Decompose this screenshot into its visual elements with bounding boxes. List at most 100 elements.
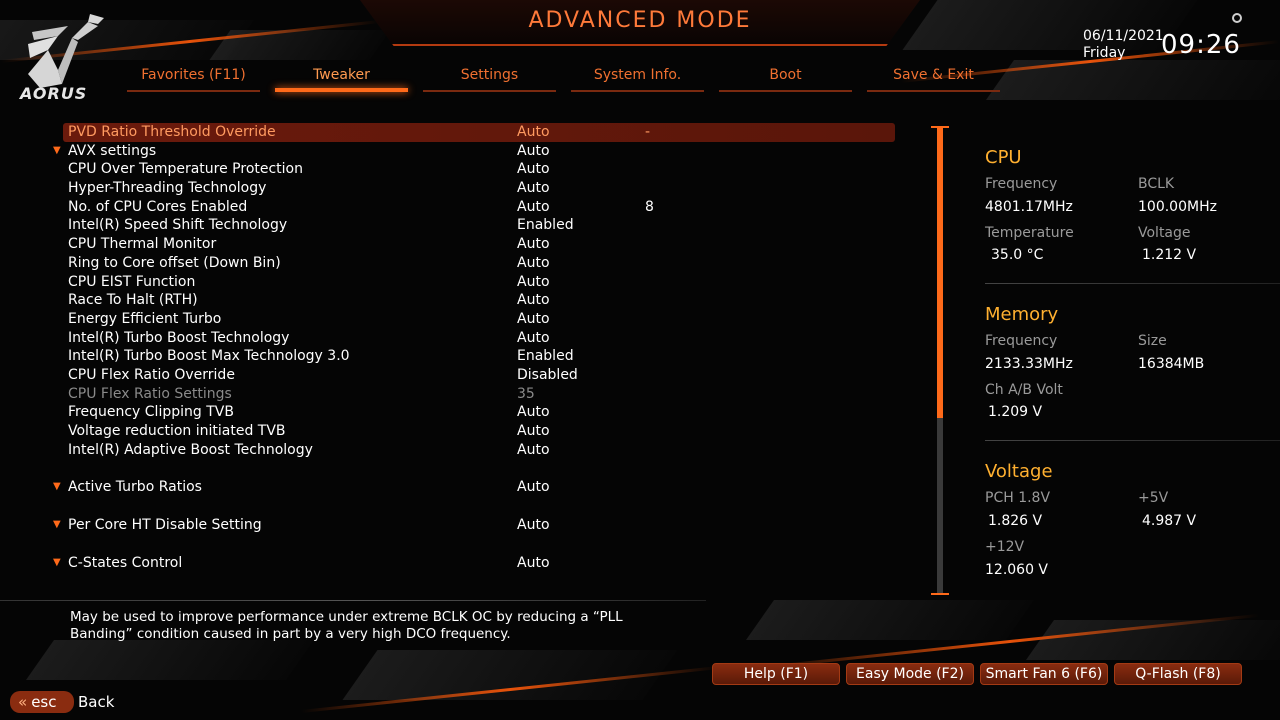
help-divider bbox=[0, 600, 706, 601]
setting-value: Auto bbox=[517, 441, 550, 458]
setting-label: AVX settings bbox=[68, 142, 157, 159]
setting-label: Energy Efficient Turbo bbox=[68, 310, 222, 327]
setting-row[interactable]: CPU Flex Ratio Override Disabled bbox=[48, 366, 898, 385]
setting-row[interactable]: Hyper-Threading Technology Auto bbox=[48, 179, 898, 198]
scrollbar-thumb[interactable] bbox=[937, 128, 943, 418]
memory-frequency-value: 2133.33MHz bbox=[985, 356, 1073, 372]
submenu-row[interactable]: ▼ Active Turbo Ratios Auto bbox=[48, 478, 898, 497]
q-flash-button[interactable]: Q-Flash (F8) bbox=[1114, 663, 1242, 685]
setting-row[interactable]: Intel(R) Speed Shift Technology Enabled bbox=[48, 216, 898, 235]
tab-favorites[interactable]: Favorites (F11) bbox=[127, 64, 260, 92]
cpu-temperature-label: Temperature bbox=[985, 225, 1074, 241]
setting-label: Intel(R) Speed Shift Technology bbox=[68, 217, 288, 234]
setting-value: Auto bbox=[517, 124, 550, 140]
setting-row[interactable]: PVD Ratio Threshold Override Auto - bbox=[63, 123, 895, 142]
setting-value: Auto bbox=[517, 273, 550, 290]
hw-divider bbox=[985, 440, 1280, 441]
setting-label: Intel(R) Turbo Boost Max Technology 3.0 bbox=[68, 348, 350, 365]
setting-value: Auto bbox=[517, 161, 550, 178]
setting-value: Auto bbox=[517, 310, 550, 327]
tab-save-exit[interactable]: Save & Exit bbox=[867, 64, 1000, 92]
memory-title: Memory bbox=[985, 304, 1059, 325]
setting-row[interactable]: Intel(R) Turbo Boost Technology Auto bbox=[48, 329, 898, 348]
pch-label: PCH 1.8V bbox=[985, 490, 1051, 506]
smart-fan-button[interactable]: Smart Fan 6 (F6) bbox=[980, 663, 1108, 685]
setting-label: Active Turbo Ratios bbox=[68, 479, 202, 496]
setting-label: CPU EIST Function bbox=[68, 273, 196, 290]
expand-arrow-icon: ▼ bbox=[53, 144, 61, 156]
v12-value: 12.060 V bbox=[985, 562, 1049, 578]
expand-arrow-icon: ▼ bbox=[53, 519, 61, 531]
back-label: Back bbox=[78, 693, 115, 711]
setting-value: Auto bbox=[517, 554, 550, 571]
setting-label: Frequency Clipping TVB bbox=[68, 404, 234, 421]
header: AORUS ADVANCED MODE 06/11/2021 Friday 09… bbox=[0, 0, 1280, 112]
date: 06/11/2021 bbox=[1083, 28, 1164, 44]
settings-list: PVD Ratio Threshold Override Auto - ▼ AVX se… bbox=[48, 123, 898, 572]
setting-label: CPU Thermal Monitor bbox=[68, 236, 217, 253]
tab-settings[interactable]: Settings bbox=[423, 64, 556, 92]
setting-value: Auto bbox=[517, 292, 550, 309]
help-text: May be used to improve performance under… bbox=[70, 609, 623, 642]
cpu-title: CPU bbox=[985, 147, 1022, 168]
memory-frequency-label: Frequency bbox=[985, 333, 1058, 349]
setting-label: Race To Halt (RTH) bbox=[68, 292, 198, 309]
footer-buttons: Help (F1) Easy Mode (F2) Smart Fan 6 (F6… bbox=[712, 663, 1242, 685]
cpu-bclk-value: 100.00MHz bbox=[1138, 199, 1217, 215]
v5-label: +5V bbox=[1138, 490, 1169, 506]
clock: 09:26 bbox=[1161, 30, 1241, 60]
setting-row[interactable]: CPU EIST Function Auto bbox=[48, 273, 898, 292]
help-button[interactable]: Help (F1) bbox=[712, 663, 840, 685]
memory-ch-volt-value: 1.209 V bbox=[988, 404, 1043, 420]
setting-row[interactable]: CPU Over Temperature Protection Auto bbox=[48, 160, 898, 179]
setting-label: Voltage reduction initiated TVB bbox=[68, 423, 286, 439]
easy-mode-button[interactable]: Easy Mode (F2) bbox=[846, 663, 974, 685]
setting-row[interactable]: Race To Halt (RTH) Auto bbox=[48, 291, 898, 310]
cpu-bclk-label: BCLK bbox=[1138, 176, 1175, 192]
submenu-row[interactable]: ▼ Per Core HT Disable Setting Auto bbox=[48, 516, 898, 535]
memory-size-label: Size bbox=[1138, 333, 1167, 349]
setting-row[interactable]: Voltage reduction initiated TVB Auto bbox=[48, 422, 898, 441]
setting-label: Per Core HT Disable Setting bbox=[68, 517, 262, 534]
voltage-title: Voltage bbox=[985, 461, 1053, 482]
setting-value: Auto bbox=[517, 423, 550, 439]
setting-row[interactable]: CPU Thermal Monitor Auto bbox=[48, 235, 898, 254]
setting-value: Auto bbox=[517, 180, 550, 197]
page-title: ADVANCED MODE bbox=[528, 8, 752, 33]
tab-system-info[interactable]: System Info. bbox=[571, 64, 704, 92]
setting-label: CPU Flex Ratio Settings bbox=[68, 385, 232, 402]
setting-value: Auto bbox=[517, 236, 550, 253]
setting-value: 35 bbox=[517, 385, 535, 402]
memory-size-value: 16384MB bbox=[1138, 356, 1205, 372]
submenu-row[interactable]: ▼ C-States Control Auto bbox=[48, 554, 898, 573]
setting-row[interactable]: Frequency Clipping TVB Auto bbox=[48, 403, 898, 422]
setting-label: PVD Ratio Threshold Override bbox=[68, 124, 276, 140]
tab-boot[interactable]: Boot bbox=[719, 64, 852, 92]
setting-row[interactable]: Energy Efficient Turbo Auto bbox=[48, 310, 898, 329]
cpu-frequency-value: 4801.17MHz bbox=[985, 199, 1073, 215]
esc-label: esc bbox=[31, 693, 57, 711]
setting-current-value: 8 bbox=[645, 198, 654, 215]
setting-label: CPU Flex Ratio Override bbox=[68, 366, 235, 383]
esc-button[interactable]: «esc bbox=[10, 691, 74, 713]
setting-row[interactable]: Intel(R) Turbo Boost Max Technology 3.0 E… bbox=[48, 347, 898, 366]
submenu-row[interactable]: ▼ AVX settings Auto bbox=[48, 142, 898, 161]
setting-label: Intel(R) Turbo Boost Technology bbox=[68, 329, 290, 346]
chevron-left-icon: « bbox=[18, 693, 28, 711]
setting-row[interactable]: No. of CPU Cores Enabled Auto 8 bbox=[48, 198, 898, 217]
gear-icon[interactable] bbox=[1232, 13, 1242, 23]
setting-value: Auto bbox=[517, 254, 550, 271]
setting-label: Hyper-Threading Technology bbox=[68, 180, 267, 197]
setting-value: Auto bbox=[517, 198, 550, 215]
setting-label: Intel(R) Adaptive Boost Technology bbox=[68, 441, 313, 458]
setting-value: Disabled bbox=[517, 366, 578, 383]
tab-tweaker[interactable]: Tweaker bbox=[275, 64, 408, 92]
cpu-voltage-value: 1.212 V bbox=[1142, 247, 1197, 263]
pch-value: 1.826 V bbox=[988, 513, 1043, 529]
setting-row[interactable]: Intel(R) Adaptive Boost Technology Auto bbox=[48, 441, 898, 460]
cpu-temperature-value: 35.0 °C bbox=[991, 247, 1044, 263]
setting-value: Auto bbox=[517, 517, 550, 534]
setting-row[interactable]: Ring to Core offset (Down Bin) Auto bbox=[48, 254, 898, 273]
day: Friday bbox=[1083, 45, 1126, 61]
setting-value: Auto bbox=[517, 479, 550, 496]
